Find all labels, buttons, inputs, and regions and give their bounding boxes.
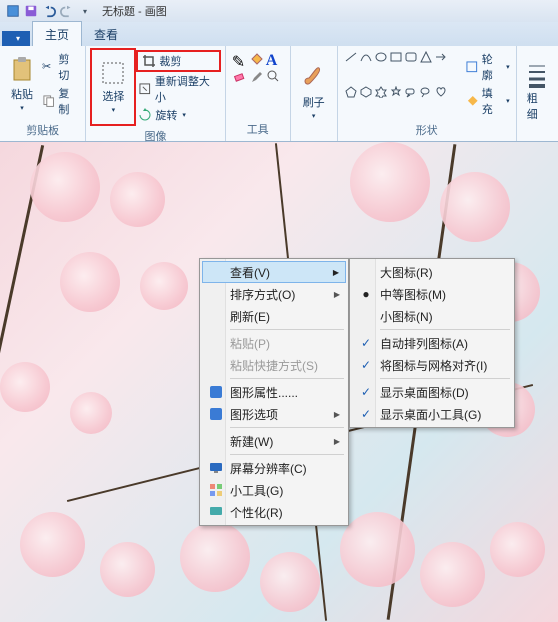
- radio-dot-icon: ●: [358, 286, 374, 302]
- group-image: 选择 ▾ 裁剪 重新调整大小 旋转▾ 图像: [86, 46, 225, 141]
- gfx-opts-icon: [208, 406, 224, 422]
- group-brush: 刷子 ▾: [291, 46, 338, 141]
- fill-icon[interactable]: [249, 52, 263, 66]
- ribbon-tabs: 主页 查看: [0, 22, 558, 46]
- rotate-button[interactable]: 旋转▾: [136, 106, 220, 124]
- window-title: 无标题 - 画图: [102, 3, 167, 19]
- clipboard-group-label: 剪贴板: [4, 120, 81, 140]
- size-label: 粗细: [527, 90, 548, 122]
- ctx-sort[interactable]: 排序方式(O): [202, 283, 346, 305]
- rotate-icon: [138, 108, 152, 122]
- ctx-view[interactable]: 查看(V): [202, 261, 346, 283]
- group-shapes: 轮廓▾ 填充▾ 形状: [338, 46, 517, 141]
- ctx-gadgets[interactable]: 小工具(G): [202, 479, 346, 501]
- ctx-gfx-props[interactable]: 图形属性......: [202, 381, 346, 403]
- color-picker-icon[interactable]: [249, 69, 263, 83]
- group-tools: ✎ A 工具: [226, 46, 291, 141]
- eraser-icon[interactable]: [232, 69, 246, 83]
- paste-label: 粘贴: [11, 86, 33, 102]
- gfx-props-icon: [208, 384, 224, 400]
- check-icon: ✓: [358, 384, 374, 400]
- ctx-show-desktop-icons[interactable]: ✓显示桌面图标(D): [352, 381, 512, 403]
- ctx-new[interactable]: 新建(W): [202, 430, 346, 452]
- save-icon[interactable]: [24, 4, 38, 18]
- context-submenu-view: 大图标(R) ●中等图标(M) 小图标(N) ✓自动排列图标(A) ✓将图标与网…: [349, 258, 515, 428]
- ribbon: 粘贴 ▾ ✂剪切 复制 剪贴板 选择 ▾ 裁剪 重新调整大小 旋转▾ 图像: [0, 46, 558, 142]
- resize-icon: [138, 82, 152, 96]
- shapes-gallery[interactable]: [342, 48, 464, 120]
- pencil-icon[interactable]: ✎: [232, 52, 246, 66]
- select-label: 选择: [102, 88, 124, 104]
- app-icon: [6, 4, 20, 18]
- personalize-icon: [208, 504, 224, 520]
- outline-icon: [465, 60, 479, 74]
- ctx-paste: 粘贴(P): [202, 332, 346, 354]
- resolution-icon: [208, 460, 224, 476]
- scissors-icon: ✂: [42, 60, 55, 74]
- qat-dropdown-icon[interactable]: ▾: [78, 4, 92, 18]
- ctx-align-grid[interactable]: ✓将图标与网格对齐(I): [352, 354, 512, 376]
- magnifier-icon[interactable]: [266, 69, 280, 83]
- ctx-large-icons[interactable]: 大图标(R): [352, 261, 512, 283]
- tools-group-label: 工具: [230, 119, 286, 139]
- crop-icon: [142, 54, 156, 68]
- check-icon: ✓: [358, 406, 374, 422]
- tab-home[interactable]: 主页: [32, 21, 82, 46]
- ctx-show-gadgets[interactable]: ✓显示桌面小工具(G): [352, 403, 512, 425]
- group-size: 粗细: [517, 46, 558, 141]
- copy-icon: [42, 94, 55, 108]
- file-tab[interactable]: [2, 31, 30, 46]
- cut-button[interactable]: ✂剪切: [40, 50, 81, 84]
- crop-button[interactable]: 裁剪: [136, 50, 220, 72]
- redo-icon[interactable]: [60, 4, 74, 18]
- undo-icon[interactable]: [42, 4, 56, 18]
- check-icon: ✓: [358, 335, 374, 351]
- resize-button[interactable]: 重新调整大小: [136, 72, 220, 106]
- paste-button[interactable]: 粘贴 ▾: [4, 48, 40, 120]
- ctx-small-icons[interactable]: 小图标(N): [352, 305, 512, 327]
- check-icon: ✓: [358, 357, 374, 373]
- group-clipboard: 粘贴 ▾ ✂剪切 复制 剪贴板: [0, 46, 86, 141]
- ctx-refresh[interactable]: 刷新(E): [202, 305, 346, 327]
- ctx-medium-icons[interactable]: ●中等图标(M): [352, 283, 512, 305]
- select-button[interactable]: 选择 ▾: [90, 48, 136, 126]
- ctx-gfx-opts[interactable]: 图形选项: [202, 403, 346, 425]
- fill-bucket-icon: [465, 94, 479, 108]
- ctx-auto-arrange[interactable]: ✓自动排列图标(A): [352, 332, 512, 354]
- brush-button[interactable]: 刷子 ▾: [295, 48, 333, 135]
- shapes-group-label: 形状: [342, 120, 512, 140]
- shape-outline-button[interactable]: 轮廓▾: [463, 50, 511, 84]
- ctx-personalize[interactable]: 个性化(R): [202, 501, 346, 523]
- title-bar: ▾ 无标题 - 画图: [0, 0, 558, 22]
- copy-button[interactable]: 复制: [40, 84, 81, 118]
- context-menu-desktop: 查看(V) 排序方式(O) 刷新(E) 粘贴(P) 粘贴快捷方式(S) 图形属性…: [199, 258, 349, 526]
- ctx-resolution[interactable]: 屏幕分辨率(C): [202, 457, 346, 479]
- size-button[interactable]: 粗细: [521, 48, 554, 135]
- text-icon[interactable]: A: [266, 52, 280, 66]
- gadgets-icon: [208, 482, 224, 498]
- brush-label: 刷子: [303, 94, 325, 110]
- shape-fill-button[interactable]: 填充▾: [463, 84, 511, 118]
- tab-view[interactable]: 查看: [82, 22, 130, 46]
- ctx-paste-shortcut: 粘贴快捷方式(S): [202, 354, 346, 376]
